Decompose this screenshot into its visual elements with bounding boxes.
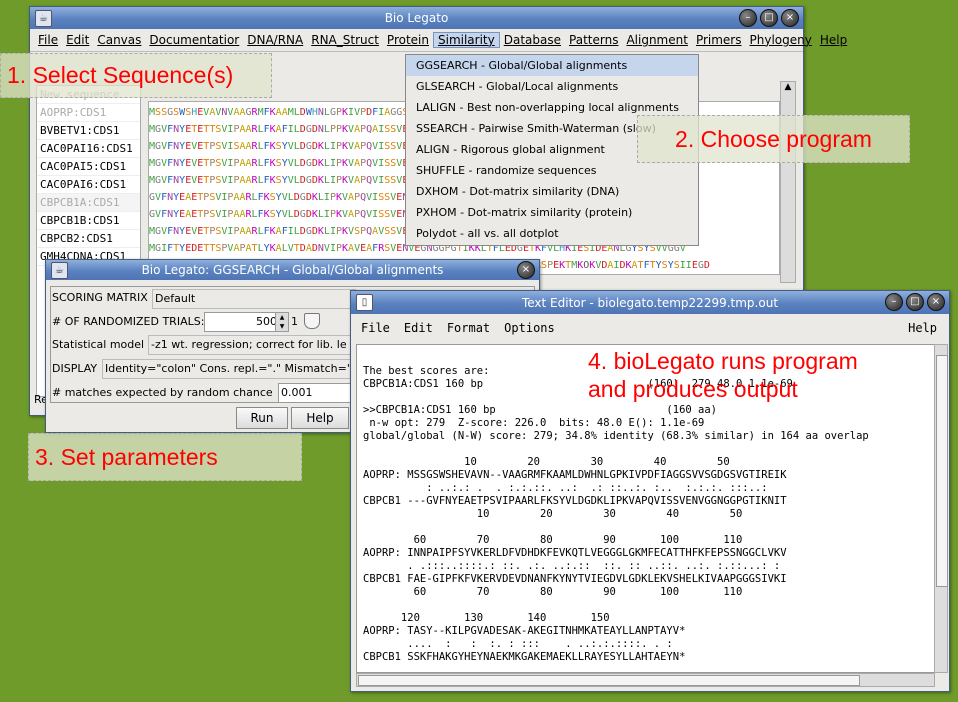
slider-min-label: 1 — [291, 315, 298, 328]
matches-input[interactable]: 0.001 — [278, 383, 352, 403]
menu-documentation[interactable]: Documentatior — [145, 33, 243, 47]
annotation-step3: 3. Set parameters — [28, 433, 302, 481]
annotation-step4-line2: and produces output — [588, 376, 798, 402]
close-icon[interactable]: × — [927, 293, 945, 311]
maximize-icon[interactable]: □ — [760, 9, 778, 27]
dialog-title: Bio Legato: GGSEARCH - Global/Global ali… — [141, 263, 444, 277]
menu-item-pxhom[interactable]: PXHOM - Dot-matrix similarity (protein) — [406, 202, 698, 223]
menu-item-glsearch[interactable]: GLSEARCH - Global/Local alignments — [406, 76, 698, 97]
menu-canvas[interactable]: Canvas — [93, 33, 145, 47]
vertical-scrollbar[interactable]: ▲ — [780, 81, 796, 283]
trials-slider-knob[interactable] — [304, 313, 320, 329]
scoring-matrix-select[interactable]: Default — [152, 289, 356, 309]
editor-titlebar[interactable]: ▯ Text Editor - biolegato.temp22299.tmp.… — [351, 291, 949, 314]
display-label: DISPLAY — [52, 362, 98, 375]
menu-similarity[interactable]: Similarity — [433, 32, 500, 48]
menu-item-dxhom[interactable]: DXHOM - Dot-matrix similarity (DNA) — [406, 181, 698, 202]
sequence-name-item[interactable]: BVBETV1:CDS1 — [37, 122, 140, 140]
scoring-matrix-label: SCORING MATRIX — [52, 291, 148, 304]
sequence-name-item[interactable]: CAC0PAI16:CDS1 — [37, 140, 140, 158]
menu-item-ggsearch[interactable]: GGSEARCH - Global/Global alignments — [406, 55, 698, 76]
menu-rna-struct[interactable]: RNA_Struct — [307, 33, 383, 47]
editor-menu-options[interactable]: Options — [504, 321, 555, 335]
document-icon: ▯ — [356, 294, 373, 311]
editor-menu-edit[interactable]: Edit — [404, 321, 433, 335]
menu-alignment[interactable]: Alignment — [622, 33, 691, 47]
stat-model-label: Statistical model — [52, 338, 145, 351]
editor-scroll-thumb[interactable] — [936, 355, 948, 587]
menu-dna-rna[interactable]: DNA/RNA — [243, 33, 307, 47]
maximize-icon[interactable]: □ — [906, 293, 924, 311]
desktop: { "main_window": { "title": "Bio Legato"… — [0, 0, 958, 702]
sequence-name-item[interactable]: CAC0PAI6:CDS1 — [37, 176, 140, 194]
dialog-titlebar[interactable]: ☕ Bio Legato: GGSEARCH - Global/Global a… — [46, 260, 539, 280]
sequence-name-item[interactable]: AOPRP:CDS1 — [37, 104, 140, 122]
sequence-name-item[interactable]: CAC0PAI5:CDS1 — [37, 158, 140, 176]
minimize-icon[interactable]: – — [885, 293, 903, 311]
minimize-icon[interactable]: – — [739, 9, 757, 27]
annotation-step2: 2. Choose program — [637, 115, 910, 163]
trials-label: # OF RANDOMIZED TRIALS: — [52, 315, 205, 328]
menu-item-shuffle[interactable]: SHUFFLE - randomize sequences — [406, 160, 698, 181]
stat-model-select[interactable]: -z1 wt. regression; correct for lib. le — [148, 335, 352, 355]
menu-file[interactable]: File — [34, 33, 62, 47]
editor-menu-file[interactable]: File — [361, 321, 390, 335]
main-titlebar[interactable]: ☕ Bio Legato – □ × — [30, 7, 803, 29]
close-icon[interactable]: × — [517, 261, 535, 279]
menu-help[interactable]: Help — [816, 33, 851, 47]
editor-hscroll-thumb[interactable] — [358, 675, 860, 686]
help-button[interactable]: Help — [291, 407, 349, 429]
sequence-name-item[interactable]: CBPCB1A:CDS1 — [37, 194, 140, 212]
main-title: Bio Legato — [384, 11, 449, 25]
editor-menu-help[interactable]: Help — [908, 321, 937, 335]
editor-title: Text Editor - biolegato.temp22299.tmp.ou… — [521, 295, 779, 310]
sequence-name-item[interactable]: CBPCB2:CDS1 — [37, 230, 140, 248]
editor-menubar: File Edit Format Options Help — [351, 314, 949, 342]
editor-horizontal-scrollbar[interactable] — [356, 673, 935, 687]
editor-menu-format[interactable]: Format — [447, 321, 490, 335]
annotation-step4-line1: 4. bioLegato runs program — [588, 348, 858, 374]
menu-protein[interactable]: Protein — [383, 33, 433, 47]
menu-item-polydot[interactable]: Polydot - all vs. all dotplot — [406, 223, 698, 244]
menu-patterns[interactable]: Patterns — [565, 33, 622, 47]
trials-spinner[interactable]: ▲ ▼ — [275, 312, 289, 332]
menu-phylogeny[interactable]: Phylogeny — [746, 33, 816, 47]
display-select[interactable]: Identity="colon" Cons. repl.="." Mismatc… — [102, 359, 352, 379]
menu-primers[interactable]: Primers — [692, 33, 746, 47]
main-menubar: File Edit Canvas Documentatior DNA/RNA R… — [30, 29, 847, 52]
run-button[interactable]: Run — [236, 407, 288, 429]
menu-database[interactable]: Database — [500, 33, 565, 47]
java-app-icon: ☕ — [35, 10, 52, 27]
sequence-name-item[interactable]: CBPCB1B:CDS1 — [37, 212, 140, 230]
editor-vertical-scrollbar[interactable] — [934, 344, 948, 673]
annotation-step1: 1. Select Sequence(s) — [0, 53, 272, 98]
matches-label: # matches expected by random chance — [52, 386, 273, 399]
scroll-up-icon[interactable]: ▲ — [781, 82, 795, 92]
close-icon[interactable]: × — [781, 9, 799, 27]
trials-input[interactable]: 500 — [204, 312, 282, 332]
menu-edit[interactable]: Edit — [62, 33, 93, 47]
annotation-step4: 4. bioLegato runs program and produces o… — [588, 347, 858, 403]
java-app-icon: ☕ — [51, 262, 68, 279]
